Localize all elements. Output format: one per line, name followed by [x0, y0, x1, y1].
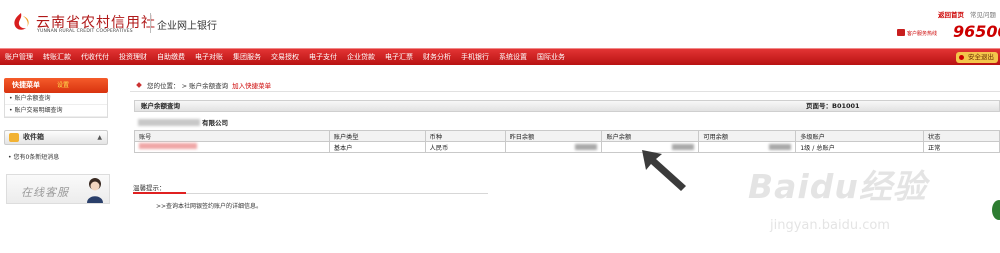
breadcrumb: 您的位置： > 账户余额查询 加入快捷菜单	[136, 80, 271, 90]
nav-item[interactable]: 企业贷款	[342, 49, 380, 66]
nav-item[interactable]: 账户管理	[0, 49, 38, 66]
nav-item[interactable]: 手机银行	[456, 49, 494, 66]
nav-item[interactable]: 代收代付	[76, 49, 114, 66]
inbox-header[interactable]: 收件箱 ▲	[4, 130, 108, 145]
page-number: 页面号：B01001	[806, 102, 860, 110]
col-available-balance: 可用余额	[698, 130, 797, 142]
hotline-number: 96500	[953, 22, 1000, 41]
annotation-arrow-icon	[642, 150, 686, 191]
inbox-icon	[9, 133, 19, 142]
sidebar: 快捷菜单 设置 • 账户余额查询 • 账户交易明细查询 收件箱 ▲ • 您有0条…	[0, 72, 122, 253]
col-balance: 账户余额	[601, 130, 700, 142]
col-multi-level: 多级账户	[795, 130, 925, 142]
company-name-redacted	[138, 119, 200, 126]
main-nav: 账户管理 转账汇款 代收代付 投资理财 自助缴费 电子对账 集团服务 交易授权 电子支付 企业贷款…	[0, 48, 1000, 65]
collapse-arrow-icon[interactable]: ▲	[97, 131, 102, 144]
online-service-button[interactable]: 在线客服	[6, 174, 110, 204]
inbox-title: 收件箱	[23, 133, 44, 141]
col-currency: 币种	[424, 130, 506, 142]
breadcrumb-divider	[130, 91, 1000, 92]
bank-subtitle: 企业网上银行	[157, 21, 217, 32]
hotline-icon	[897, 29, 905, 36]
tips-divider	[133, 193, 488, 194]
bank-name-en: YUNNAN RURAL CREDIT COOPERATIVES	[37, 29, 133, 34]
header-divider	[150, 13, 151, 33]
nav-item[interactable]: 转账汇款	[38, 49, 76, 66]
quick-menu-list: • 账户余额查询 • 账户交易明细查询	[4, 93, 108, 118]
tips-accent-bar	[133, 192, 186, 194]
floating-widget-icon[interactable]	[992, 200, 1000, 220]
nav-item[interactable]: 交易授权	[266, 49, 304, 66]
quick-menu-title: 快捷菜单	[12, 81, 40, 89]
sidebar-item-balance-query[interactable]: • 账户余额查询	[5, 93, 107, 105]
tips-text: >>查询本社网银签约账户的详细信息。	[156, 203, 263, 210]
panel-title: 账户余额查询	[141, 102, 180, 110]
nav-item[interactable]: 电子汇票	[380, 49, 418, 66]
status-cell: 正常	[923, 141, 1000, 153]
location-icon	[136, 82, 142, 88]
exit-button[interactable]: 安全退出	[956, 52, 998, 63]
quick-menu-header: 快捷菜单 设置	[4, 78, 108, 93]
nav-items: 账户管理 转账汇款 代收代付 投资理财 自助缴费 电子对账 集团服务 交易授权 电子支付 企业贷款…	[0, 49, 570, 66]
faq-link[interactable]: 常见问题	[970, 11, 996, 19]
col-account-type: 账户类型	[328, 130, 426, 142]
multi-level-cell: 1级 / 总账户	[795, 141, 925, 153]
nav-item[interactable]: 财务分析	[418, 49, 456, 66]
account-balance-table: 账号 账户类型 币种 昨日余额 账户余额 可用余额 多级账户 状态 基本户 人民…	[134, 130, 1000, 153]
hotline-label: 客户服务热线	[907, 31, 938, 37]
company-name: 有限公司	[138, 117, 228, 127]
bank-logo-icon	[14, 13, 29, 30]
watermark-url: jingyan.baidu.com	[770, 218, 890, 233]
breadcrumb-current: 账户余额查询	[189, 82, 229, 90]
exit-label: 安全退出	[968, 53, 994, 61]
account-number-cell[interactable]	[134, 141, 330, 153]
watermark-logo: Baidu经验	[748, 167, 927, 206]
account-type-cell: 基本户	[328, 141, 426, 153]
available-balance-cell	[698, 141, 797, 153]
sidebar-item-transaction-query[interactable]: • 账户交易明细查询	[5, 105, 107, 117]
service-agent-icon	[87, 178, 103, 203]
yesterday-balance-redacted	[575, 144, 598, 150]
account-number-redacted	[139, 143, 197, 149]
tips-title: 温馨提示：	[133, 184, 166, 192]
add-quick-menu-link[interactable]: 加入快捷菜单	[232, 82, 271, 90]
nav-item[interactable]: 国际业务	[532, 49, 570, 66]
header: 云南省农村信用社 YUNNAN RURAL CREDIT COOPERATIVE…	[0, 0, 1000, 44]
nav-item[interactable]: 投资理财	[114, 49, 152, 66]
online-service-label: 在线客服	[21, 186, 69, 199]
nav-item[interactable]: 系统设置	[494, 49, 532, 66]
currency-cell: 人民币	[424, 141, 506, 153]
yesterday-balance-cell	[504, 141, 603, 153]
nav-item[interactable]: 电子支付	[304, 49, 342, 66]
available-balance-redacted	[769, 144, 792, 150]
exit-icon	[959, 55, 964, 60]
nav-item[interactable]: 集团服务	[228, 49, 266, 66]
col-status: 状态	[923, 130, 1000, 142]
col-yesterday-balance: 昨日余额	[504, 130, 603, 142]
col-account: 账号	[134, 130, 330, 142]
table-row[interactable]: 基本户 人民币 1级 / 总账户 正常	[134, 141, 1000, 153]
home-link[interactable]: 返回首页	[938, 11, 964, 19]
quick-menu-setting[interactable]: 设置	[57, 78, 69, 93]
table-header-row: 账号 账户类型 币种 昨日余额 账户余额 可用余额 多级账户 状态	[134, 130, 1000, 142]
top-links: 返回首页 常见问题	[938, 9, 996, 19]
nav-item[interactable]: 自助缴费	[152, 49, 190, 66]
inbox-message[interactable]: • 您有0条新短消息	[4, 152, 108, 161]
watermark: Baidu经验 jingyan.baidu.com	[748, 160, 978, 240]
panel-title-bar: 账户余额查询 页面号：B01001	[134, 100, 1000, 112]
nav-item[interactable]: 电子对账	[190, 49, 228, 66]
